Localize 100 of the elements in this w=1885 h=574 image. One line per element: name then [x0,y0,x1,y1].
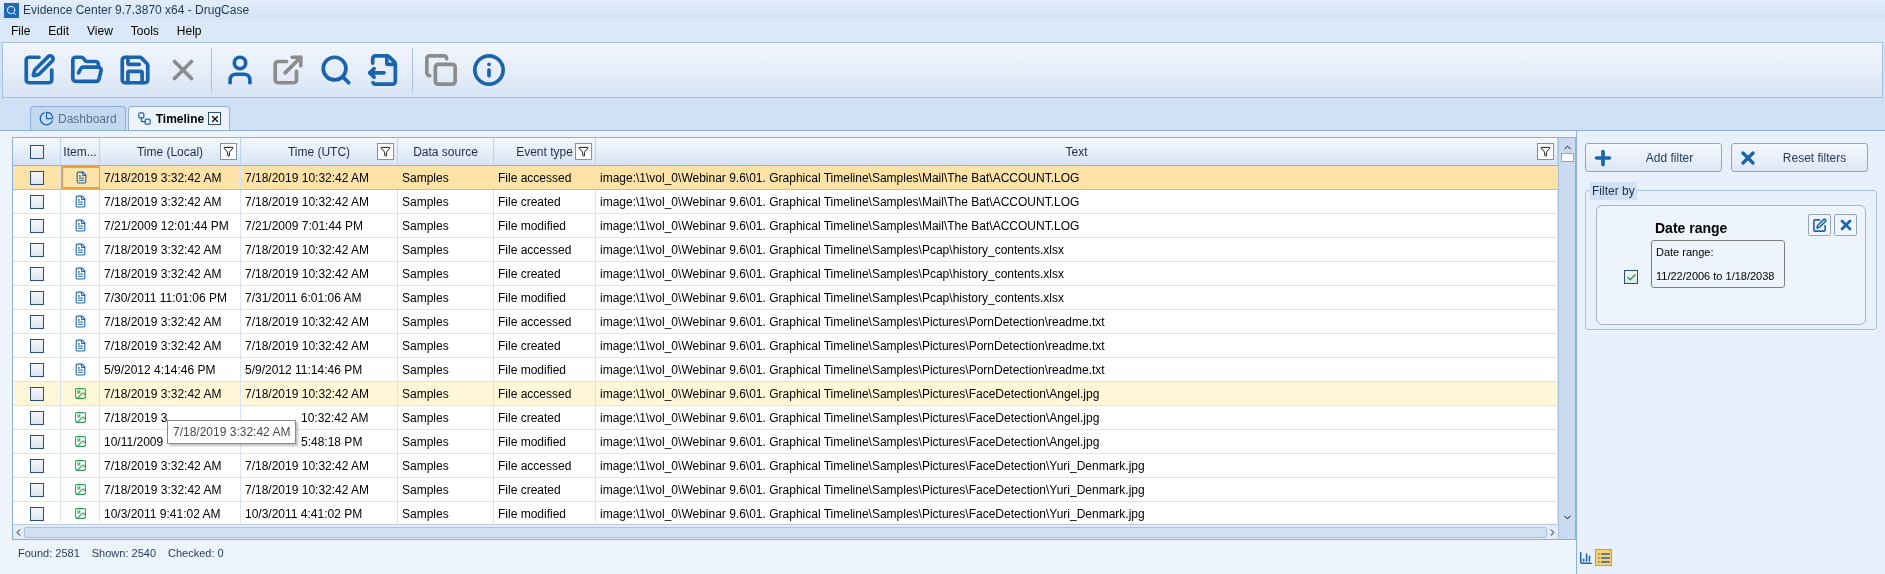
document-icon [73,315,87,328]
checkbox[interactable] [29,266,44,281]
table-cell: Samples [398,166,494,189]
menu-item[interactable]: Help [169,22,209,40]
checkbox[interactable] [29,290,44,305]
table-cell: File modified [494,286,596,309]
timeline-icon [136,111,152,126]
menu-item[interactable]: Tools [123,22,166,40]
close-icon[interactable] [208,112,222,125]
menu-item[interactable]: View [80,22,120,40]
status-text: Shown: 2540 [91,545,156,561]
column-header[interactable]: Event type [494,138,596,165]
table-cell: File accessed [494,454,596,477]
checkbox[interactable] [29,314,44,329]
table-cell: Samples [398,430,494,453]
vertical-scrollbar[interactable] [1558,138,1575,539]
table-row[interactable]: 7/18/2019 3:32:42 AM 7/18/2019 10:32:42 AM Samples File created image:\1\vol_0\Webinar 9.6\01. Graphical Timeline\Samples\Mail\The Bat\ACCOUNT.LOG [13,190,1558,214]
table-cell: Samples [398,214,494,237]
bar-chart-icon [1578,550,1593,565]
table-row[interactable]: 7/18/2019 3:32:42 AM 7/18/2019 10:32:42 AM Samples File accessed image:\1\vol_0\Webinar 9.6\01. Graphical Timeline\Samples\Mail\The Bat\ACCOUNT.LOG [13,166,1558,190]
tab[interactable]: Timeline [127,106,231,130]
table-row[interactable]: 5/9/2012 4:14:46 PM 5/9/2012 11:14:46 PM Samples File modified image:\1\vol_0\Webinar 9.6\01. Graphical Timeline\Samples\Pictures\PornDetection\readme.txt [13,358,1558,382]
column-header[interactable]: Time (UTC) [241,138,398,165]
pie-chart-icon [39,111,54,126]
reset-filters-button[interactable]: Reset filters [1731,143,1868,172]
menu-item[interactable]: Edit [41,22,77,40]
checkbox[interactable] [29,242,44,257]
table-row[interactable]: 7/18/2019 3:32:42 AM 7/18/2019 10:32:42 AM Samples File accessed image:\1\vol_0\Webinar 9.6\01. Graphical Timeline\Samples\Pictures\PornDetection\readme.txt [13,310,1558,334]
status-text: Checked: 0 [168,545,224,561]
table-cell: Samples [398,190,494,213]
column-header[interactable]: Item... [61,138,100,165]
scroll-thumb[interactable] [1560,153,1574,162]
checkbox[interactable] [29,170,44,185]
table-row[interactable]: 7/18/2019 3:32:42 AM 7/18/2019 10:32:42 AM Samples File created image:\1\vol_0\Webinar 9.6\01. Graphical Timeline\Samples\Pcap\history_contents.xlsx [13,262,1558,286]
table-cell: File accessed [494,310,596,333]
table-row[interactable]: 7/18/2019 3:32:42 AM 7/18/2019 10:32:42 AM Samples File accessed image:\1\vol_0\Webinar 9.6\01. Graphical Timeline\Samples\Pictures\FaceDetection\Angel.jpg [13,382,1558,406]
table-cell: Samples [398,382,494,405]
table-cell: Samples [398,262,494,285]
filter-icon[interactable] [575,143,592,160]
horizontal-scrollbar[interactable] [13,524,1558,539]
table-cell: File created [494,406,596,429]
column-header[interactable]: Text [596,138,1558,165]
document-icon [73,267,87,280]
table-cell: 5/9/2012 11:14:46 PM [241,358,398,381]
image-file-icon [73,459,87,472]
checkbox[interactable] [29,482,44,497]
table-cell: 7/18/2019 3:32:42 AM [100,310,241,333]
image-file-icon [73,387,87,400]
table-row[interactable]: 7/18/2019 3:32:42 AM 7/18/2019 10:32:42 AM Samples File created image:\1\vol_0\Webinar 9.6\01. Graphical Timeline\Samples\Pictures\PornDetection\readme.txt [13,334,1558,358]
checkbox[interactable] [1624,270,1638,284]
table-cell: File modified [494,358,596,381]
table-cell: File accessed [494,382,596,405]
table-row[interactable]: 10/3/2011 9:41:02 AM 10/3/2011 4:41:02 PM Samples File modified image:\1\vol_0\Webinar 9.6\01. Graphical Timeline\Samples\Pictures\FaceDetection\Yuri_Denmark.jpg [13,502,1558,524]
document-icon [73,339,87,352]
table-cell: File accessed [494,166,596,189]
table-cell: 7/21/2009 7:01:44 PM [241,214,398,237]
checkbox[interactable] [29,458,44,473]
chart-view-button[interactable] [1577,549,1594,566]
column-header[interactable]: Time (Local) [100,138,241,165]
filter-icon[interactable] [1537,143,1554,160]
table-row[interactable]: 7/30/2011 11:01:06 PM 7/31/2011 6:01:06 AM Samples File modified image:\1\vol_0\Webinar 9.6\01. Graphical Timeline\Samples\Pcap\history_contents.xlsx [13,286,1558,310]
table-cell: File created [494,478,596,501]
document-icon [73,363,87,376]
table-cell: Samples [398,358,494,381]
table-cell: File modified [494,430,596,453]
edit-button[interactable] [1808,214,1831,236]
checkbox[interactable] [29,386,44,401]
table-row[interactable]: 7/18/2019 3:32:42 AM 7/18/2019 10:32:42 AM Samples File accessed image:\1\vol_0\Webinar 9.6\01. Graphical Timeline\Samples\Pcap\history_contents.xlsx [13,238,1558,262]
table-row[interactable]: 7/18/2019 3:32:42 AM 7/18/2019 10:32:42 AM Samples File created image:\1\vol_0\Webinar 9.6\01. Graphical Timeline\Samples\Pictures\FaceDetection\Yuri_Denmark.jpg [13,478,1558,502]
remove-button[interactable] [1834,214,1857,236]
image-file-icon [73,483,87,496]
filter-icon[interactable] [220,143,237,160]
menu-item[interactable]: File [4,22,38,40]
tab[interactable]: Dashboard [30,106,126,130]
table-cell: 7/18/2019 10:32:42 AM [241,334,398,357]
table-cell: 7/18/2019 3:32:42 AM [100,238,241,261]
table-cell: 7/18/2019 3:32:42 AM [100,166,241,189]
table-row[interactable]: 7/18/2019 3:32:42 AM 7/18/2019 10:32:42 AM Samples File accessed image:\1\vol_0\Webinar 9.6\01. Graphical Timeline\Samples\Pictures\FaceDetection\Yuri_Denmark.jpg [13,454,1558,478]
checkbox[interactable] [29,362,44,377]
column-header[interactable]: Data source [398,138,494,165]
table-cell: 7/18/2019 3:32:42 AM [100,478,241,501]
list-view-button[interactable] [1595,549,1612,566]
add-filter-button[interactable]: Add filter [1585,143,1722,172]
filter-label: Date range: [1656,245,1715,260]
checkbox[interactable] [29,410,44,425]
table-cell: 7/18/2019 3:32:42 AM [100,190,241,213]
table-row[interactable]: 7/21/2009 12:01:44 PM 7/21/2009 7:01:44 PM Samples File modified image:\1\vol_0\Webinar 9.6\01. Graphical Timeline\Samples\Mail\The Bat\ACCOUNT.LOG [13,214,1558,238]
scroll-thumb[interactable] [24,526,1547,538]
checkbox[interactable] [29,434,44,449]
checkbox[interactable] [29,338,44,353]
filter-icon[interactable] [377,143,394,160]
checkbox[interactable] [29,506,44,521]
status-text: Found: 2581 [18,545,80,561]
checkbox[interactable] [29,218,44,233]
table-cell: 5/9/2012 4:14:46 PM [100,358,241,381]
checkbox[interactable] [29,144,44,159]
filter-value: 11/22/2006 to 1/18/2038 [1656,268,1776,284]
group-label: Filter by [1590,182,1637,200]
checkbox[interactable] [29,194,44,209]
table-cell: File accessed [494,238,596,261]
